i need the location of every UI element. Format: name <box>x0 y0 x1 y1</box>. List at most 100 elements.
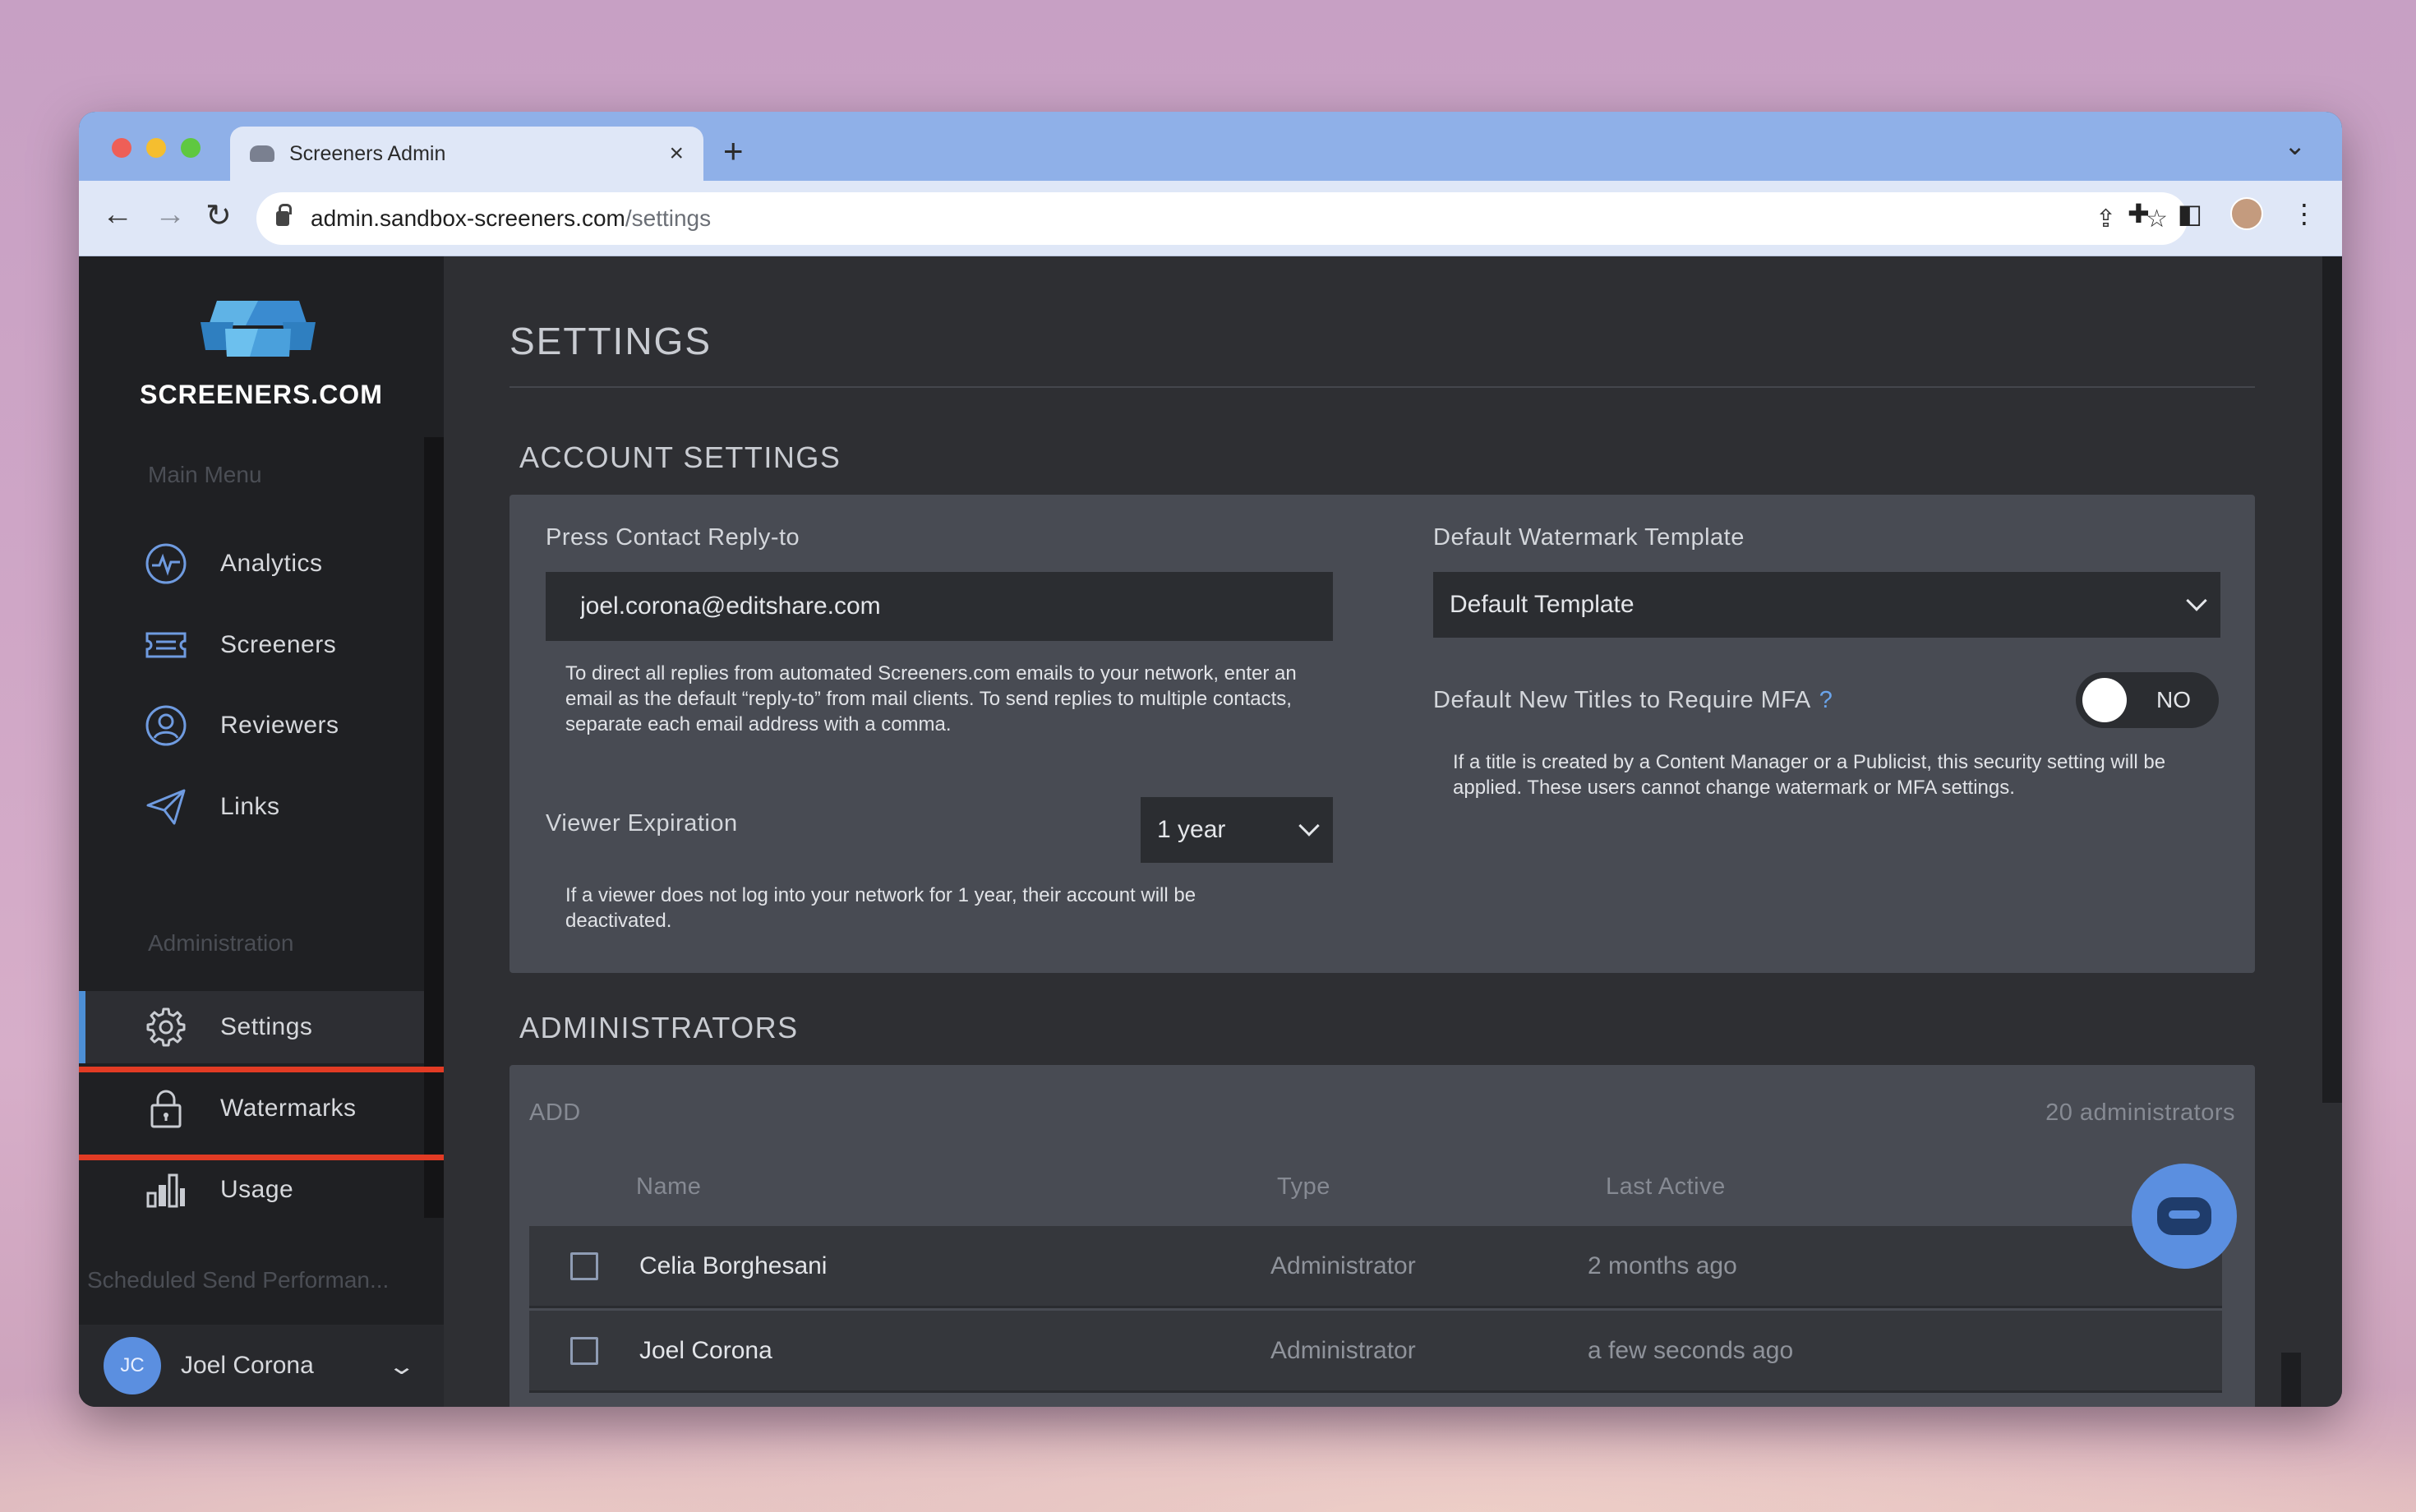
main-menu-label: Main Menu <box>148 462 262 487</box>
sidebar-item-label: Links <box>220 793 280 820</box>
share-icon[interactable]: ⇪ <box>2096 205 2116 233</box>
avatar: JC <box>104 1337 161 1394</box>
side-panel-icon[interactable]: ◧ <box>2178 198 2202 229</box>
add-admin-button[interactable]: ADD <box>529 1099 581 1127</box>
tab-close-icon[interactable]: × <box>669 140 684 168</box>
admin-count: 20 administrators <box>2045 1099 2235 1126</box>
viewer-expiration-value: 1 year <box>1157 816 1226 843</box>
page-title: SETTINGS <box>509 320 712 362</box>
mfa-help: If a title is created by a Content Manag… <box>1453 751 2166 799</box>
sidebar-item-usage[interactable]: Usage <box>79 1154 424 1226</box>
chevron-down-icon <box>2186 590 2207 611</box>
admin-type: Administrator <box>1270 1252 1416 1279</box>
sidebar-item-analytics[interactable]: Analytics <box>79 528 424 600</box>
sidebar-scrollbar[interactable] <box>424 437 444 1218</box>
main-scrollbar[interactable] <box>2322 256 2342 1103</box>
browser-tab[interactable]: Screeners Admin × <box>230 127 703 181</box>
administrators-panel: ADD 20 administrators Name Type Last Act… <box>509 1065 2255 1407</box>
watermark-template-label: Default Watermark Template <box>1433 524 1745 551</box>
logo-text: SCREENERS.COM <box>140 380 383 409</box>
viewer-expiration-select[interactable]: 1 year <box>1141 797 1333 863</box>
gear-icon <box>145 1006 187 1049</box>
admin-last-active: 2 months ago <box>1588 1252 1737 1279</box>
tab-title: Screeners Admin <box>289 141 446 165</box>
row-checkbox[interactable] <box>570 1336 598 1365</box>
paper-plane-icon <box>145 786 187 828</box>
sidebar-item-watermarks[interactable]: Watermarks <box>79 1072 424 1145</box>
minimize-window-button[interactable] <box>146 138 166 158</box>
new-tab-button[interactable]: + <box>723 131 744 171</box>
browser-toolbar: ← → ↻ admin.sandbox-screeners.com /setti… <box>79 181 2342 256</box>
column-header-last-active[interactable]: Last Active <box>1606 1173 1726 1201</box>
extensions-puzzle-icon[interactable]: ✚ <box>2128 198 2150 229</box>
mfa-label: Default New Titles to Require MFA <box>1433 687 1811 713</box>
url-host: admin.sandbox-screeners.com <box>311 205 625 231</box>
sidebar-item-label: Settings <box>220 1013 313 1040</box>
admin-type: Administrator <box>1270 1336 1416 1364</box>
reload-icon[interactable]: ↻ <box>205 197 232 234</box>
sidebar-item-scheduled-send[interactable]: Scheduled Send Performan... <box>87 1267 432 1293</box>
toggle-knob <box>2082 678 2127 722</box>
lock-icon <box>145 1087 187 1130</box>
mfa-toggle[interactable]: NO <box>2076 672 2219 728</box>
bar-chart-icon <box>145 1169 187 1211</box>
administrators-title: ADMINISTRATORS <box>519 1011 799 1044</box>
analytics-icon <box>145 542 187 585</box>
sidebar-item-settings[interactable]: Settings <box>79 991 424 1063</box>
tab-search-button[interactable]: ⌄ <box>2284 130 2306 161</box>
sidebar-item-reviewers[interactable]: Reviewers <box>79 689 424 762</box>
lock-icon <box>276 204 292 226</box>
ticket-icon <box>145 624 187 666</box>
sidebar-item-label: Reviewers <box>220 712 339 739</box>
user-circle-icon <box>145 704 187 747</box>
sidebar-item-label: Screeners <box>220 631 337 658</box>
back-arrow-icon[interactable]: ← <box>102 197 133 233</box>
sidebar: SCREENERS.COM Main Menu Analytics Screen… <box>79 256 444 1407</box>
viewer-expiration-help: If a viewer does not log into your netwo… <box>565 884 1196 932</box>
title-divider <box>509 386 2255 388</box>
watermark-template-value: Default Template <box>1450 591 1634 618</box>
help-question-icon[interactable]: ? <box>1819 687 1833 713</box>
close-window-button[interactable] <box>112 138 131 158</box>
account-settings-title: ACCOUNT SETTINGS <box>519 440 841 474</box>
chevron-down-icon[interactable]: ⌄ <box>387 1353 416 1380</box>
browser-window: Screeners Admin × + ⌄ ← → ↻ admin.sandbo… <box>79 112 2342 1407</box>
sidebar-item-screeners[interactable]: Screeners <box>79 609 424 681</box>
admin-last-active: a few seconds ago <box>1588 1336 1794 1364</box>
chat-bubble-icon <box>2157 1197 2211 1235</box>
watermark-template-select[interactable]: Default Template <box>1433 572 2220 638</box>
main-content: SETTINGS ACCOUNT SETTINGS Press Contact … <box>444 256 2342 1407</box>
viewer-expiration-label: Viewer Expiration <box>546 810 738 837</box>
chat-launcher-button[interactable] <box>2132 1164 2237 1269</box>
chevron-down-icon <box>1298 815 1320 837</box>
admin-name: Joel Corona <box>639 1336 772 1364</box>
row-checkbox[interactable] <box>570 1252 598 1280</box>
maximize-window-button[interactable] <box>181 138 201 158</box>
address-bar[interactable]: admin.sandbox-screeners.com /settings ⇪ … <box>256 192 2188 245</box>
admin-name: Celia Borghesani <box>639 1252 828 1279</box>
user-name: Joel Corona <box>181 1352 314 1379</box>
profile-avatar[interactable] <box>2230 197 2263 230</box>
table-scrollbar[interactable] <box>2281 1353 2301 1407</box>
tab-bar: Screeners Admin × + ⌄ <box>79 112 2342 181</box>
table-row[interactable]: Joel Corona Administrator a few seconds … <box>529 1311 2222 1393</box>
favicon-icon <box>250 145 274 162</box>
press-contact-help: To direct all replies from automated Scr… <box>565 662 1297 735</box>
column-header-type[interactable]: Type <box>1277 1173 1330 1201</box>
press-contact-input[interactable] <box>546 572 1333 641</box>
mfa-label-row: Default New Titles to Require MFA? <box>1433 687 1833 714</box>
sidebar-item-label: Analytics <box>220 550 323 577</box>
forward-arrow-icon[interactable]: → <box>154 197 186 233</box>
sidebar-item-label: Usage <box>220 1176 294 1203</box>
table-row[interactable]: Celia Borghesani Administrator 2 months … <box>529 1226 2222 1308</box>
account-settings-panel: Press Contact Reply-to To direct all rep… <box>509 495 2255 973</box>
sidebar-item-links[interactable]: Links <box>79 771 424 843</box>
column-header-name[interactable]: Name <box>636 1173 701 1201</box>
sofa-logo-icon <box>201 301 316 357</box>
sidebar-item-label: Watermarks <box>220 1095 357 1122</box>
user-menu[interactable]: JC Joel Corona ⌄ <box>79 1325 444 1407</box>
app-body: SCREENERS.COM Main Menu Analytics Screen… <box>79 256 2342 1407</box>
press-contact-label: Press Contact Reply-to <box>546 524 800 551</box>
url-path: /settings <box>625 205 712 231</box>
kebab-menu-icon[interactable]: ⋮ <box>2291 198 2317 229</box>
